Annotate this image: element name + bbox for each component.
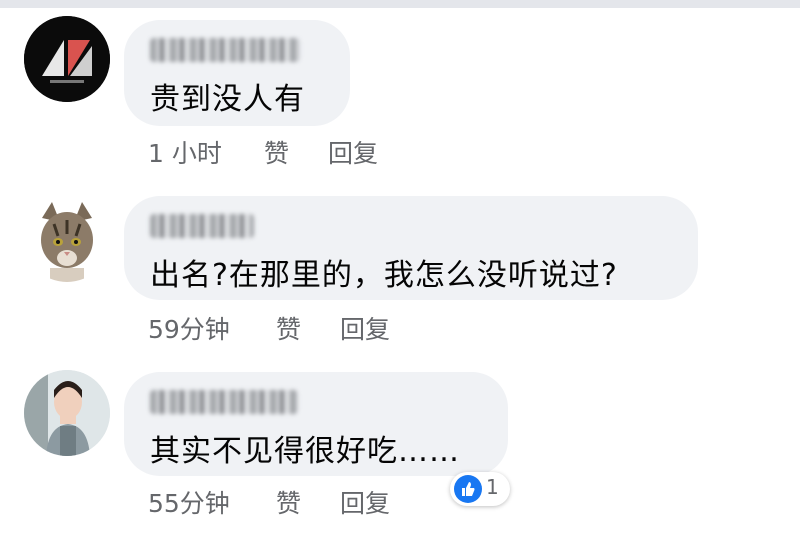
top-divider bbox=[0, 0, 800, 8]
comment-timestamp[interactable]: 59分钟 bbox=[148, 310, 230, 346]
person-avatar-icon bbox=[24, 370, 110, 456]
reply-button[interactable]: 回复 bbox=[340, 484, 390, 520]
like-button[interactable]: 赞 bbox=[276, 484, 301, 520]
author-name-redacted[interactable] bbox=[150, 38, 300, 62]
reply-button[interactable]: 回复 bbox=[340, 310, 390, 346]
reply-button[interactable]: 回复 bbox=[328, 134, 378, 170]
brand-logo-icon bbox=[24, 16, 110, 102]
comment-text: 贵到没人有 bbox=[150, 82, 305, 117]
comment-timestamp[interactable]: 55分钟 bbox=[148, 484, 230, 520]
like-button[interactable]: 赞 bbox=[264, 134, 289, 170]
comment-bubble[interactable]: 其实不见得很好吃…… bbox=[124, 372, 508, 476]
comment-timestamp[interactable]: 1 小时 bbox=[148, 134, 222, 170]
comment-text: 出名?在那里的，我怎么没听说过? bbox=[150, 258, 618, 293]
avatar[interactable] bbox=[24, 370, 110, 456]
reaction-count: 1 bbox=[486, 475, 499, 499]
comment-text: 其实不见得很好吃…… bbox=[150, 434, 460, 469]
avatar[interactable] bbox=[24, 196, 110, 282]
like-button[interactable]: 赞 bbox=[276, 310, 301, 346]
like-icon bbox=[454, 475, 482, 503]
cat-avatar-icon bbox=[24, 196, 110, 282]
comment-bubble[interactable]: 出名?在那里的，我怎么没听说过? bbox=[124, 196, 698, 300]
author-name-redacted[interactable] bbox=[150, 390, 298, 414]
reaction-summary[interactable]: 1 bbox=[450, 472, 510, 506]
author-name-redacted[interactable] bbox=[150, 214, 254, 238]
comment-bubble[interactable]: 贵到没人有 bbox=[124, 20, 350, 126]
avatar[interactable] bbox=[24, 16, 110, 102]
